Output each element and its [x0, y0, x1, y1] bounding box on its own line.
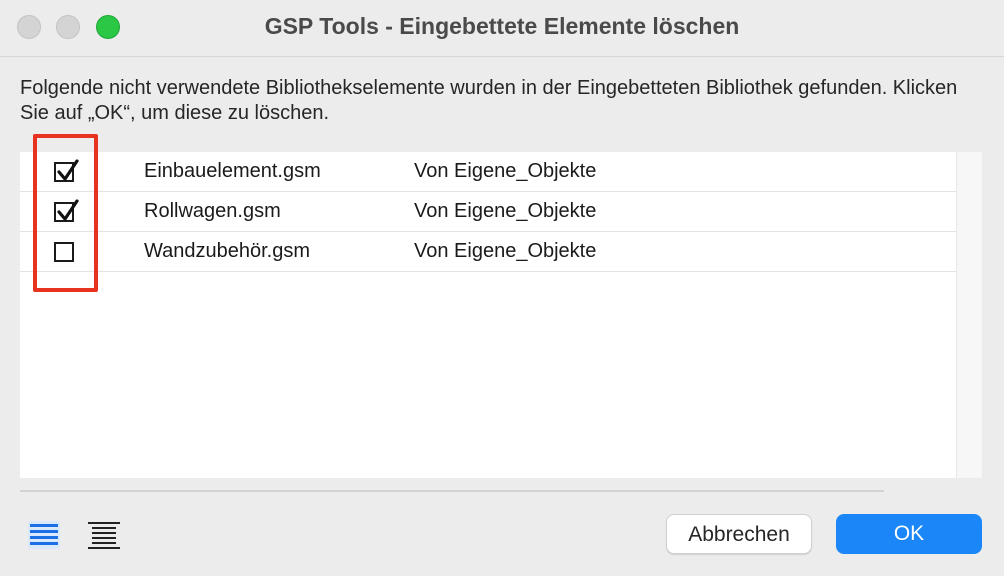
compact-list-view-icon[interactable]: [87, 518, 121, 552]
cancel-button[interactable]: Abbrechen: [666, 514, 812, 554]
list-view-icon[interactable]: [27, 518, 61, 552]
footer-divider: [20, 490, 884, 492]
list-item[interactable]: Einbauelement.gsm Von Eigene_Objekte: [20, 152, 956, 192]
list-item[interactable]: Rollwagen.gsm Von Eigene_Objekte: [20, 192, 956, 232]
title-divider: [0, 56, 1004, 57]
item-source: Von Eigene_Objekte: [414, 160, 597, 182]
item-name: Einbauelement.gsm: [144, 160, 321, 182]
checkbox-highlight-frame: [33, 134, 98, 292]
item-source: Von Eigene_Objekte: [414, 240, 597, 262]
window-title: GSP Tools - Eingebettete Elemente lösche…: [264, 13, 740, 39]
title-bar[interactable]: GSP Tools - Eingebettete Elemente lösche…: [0, 0, 1004, 56]
list-scrollbar[interactable]: [956, 152, 982, 478]
dialog-window: GSP Tools - Eingebettete Elemente lösche…: [0, 0, 1004, 576]
item-source: Von Eigene_Objekte: [414, 200, 597, 222]
ok-button[interactable]: OK: [836, 514, 982, 554]
dialog-message: Folgende nicht verwendete Bibliotheksele…: [20, 77, 958, 124]
items-list[interactable]: Einbauelement.gsm Von Eigene_Objekte Rollw…: [20, 152, 982, 478]
list-item[interactable]: Wandzubehör.gsm Von Eigene_Objekte: [20, 232, 956, 272]
item-name: Wandzubehör.gsm: [144, 240, 311, 262]
item-name: Rollwagen.gsm: [144, 200, 281, 222]
